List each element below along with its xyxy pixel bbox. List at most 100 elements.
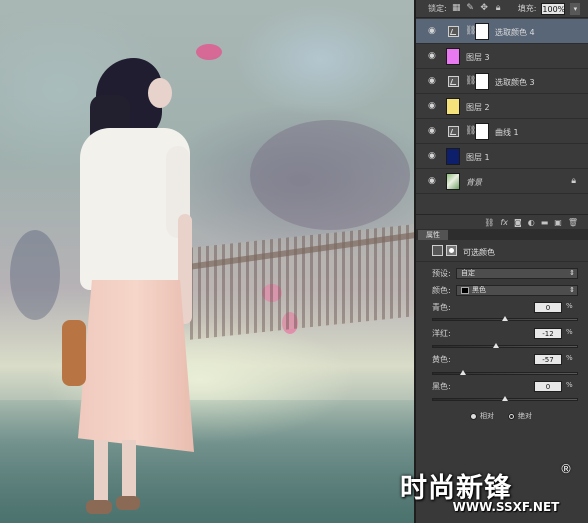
ground: [0, 400, 414, 523]
visibility-eye-icon[interactable]: ◉: [428, 127, 438, 136]
photoshop-panels: 锁定: ▦ ✎ ✥ 🔒︎ 填充: 100% ▾ ◉ ⛓︎ 选取颜色 4 ◉ 图层…: [414, 0, 588, 523]
layer-row-background[interactable]: ◉ 背景 🔒︎: [416, 169, 588, 194]
layer-row-curves-1[interactable]: ◉ ⛓︎ 曲线 1: [416, 119, 588, 144]
tab-properties[interactable]: 属性: [418, 230, 448, 240]
layer-name: 选取颜色 3: [495, 78, 535, 87]
radio-relative-dot[interactable]: [470, 412, 477, 420]
figure-skirt: [78, 280, 194, 452]
watermark-registered: ®: [560, 462, 572, 476]
fill-input[interactable]: 100%: [541, 2, 566, 15]
lock-icon: 🔒︎: [571, 176, 576, 186]
tree-trunk: [10, 230, 60, 320]
color-swatch: [461, 286, 469, 294]
layer-thumbnail: [446, 48, 460, 65]
new-layer-icon[interactable]: ▣: [554, 218, 562, 227]
mask-icon[interactable]: [446, 245, 457, 256]
cyan-slider-thumb[interactable]: [502, 316, 508, 321]
layer-mask-thumbnail[interactable]: [475, 73, 489, 90]
properties-title: 可选颜色: [463, 248, 495, 257]
yellow-slider-thumb[interactable]: [460, 370, 467, 375]
layer-name: 曲线 1: [495, 128, 519, 137]
lock-move-icon[interactable]: ✥: [480, 4, 489, 13]
visibility-eye-icon[interactable]: ◉: [428, 102, 438, 111]
visibility-eye-icon[interactable]: ◉: [428, 27, 438, 36]
adjustment-icon: [448, 26, 459, 37]
radio-relative-label: 相对: [480, 412, 494, 420]
magenta-input[interactable]: -12: [534, 328, 562, 339]
cyan-label: 青色:: [432, 303, 451, 312]
layer-name: 图层 1: [466, 153, 490, 162]
colors-label: 颜色:: [432, 286, 451, 295]
properties-tabbar: 属性: [416, 229, 588, 240]
radio-absolute[interactable]: 绝对: [508, 411, 532, 421]
layer-row-selective-color-4[interactable]: ◉ ⛓︎ 选取颜色 4: [416, 19, 588, 44]
colors-row: 颜色: 黑色 ⇕: [432, 285, 578, 296]
layer-mask-thumbnail[interactable]: [475, 123, 489, 140]
method-radio-group: 相对 绝对: [470, 411, 532, 421]
magenta-slider-track[interactable]: [432, 345, 578, 348]
figure-shoe: [116, 496, 140, 510]
layer-name: 图层 3: [466, 53, 490, 62]
radio-absolute-dot[interactable]: [508, 412, 515, 420]
visibility-eye-icon[interactable]: ◉: [428, 52, 438, 61]
foliage: [250, 120, 410, 230]
delete-layer-icon[interactable]: 🗑︎: [568, 218, 578, 227]
radio-relative[interactable]: 相对: [470, 411, 494, 421]
chevron-updown-icon: ⇕: [569, 269, 575, 277]
colors-select[interactable]: 黑色 ⇕: [456, 285, 578, 296]
new-group-icon[interactable]: ▬: [541, 218, 549, 227]
figure-bag: [62, 320, 86, 386]
layer-list: ◉ ⛓︎ 选取颜色 4 ◉ 图层 3 ◉ ⛓︎ 选取颜色 3 ◉ 图层 2 ◉ …: [416, 19, 588, 194]
visibility-eye-icon[interactable]: ◉: [428, 77, 438, 86]
adjustment-icon: [448, 76, 459, 87]
magenta-slider-thumb[interactable]: [493, 343, 500, 348]
layer-name: 选取颜色 4: [495, 28, 535, 37]
layers-footer: ⛓︎ fx ◙ ◐ ▬ ▣ 🗑︎: [416, 214, 588, 230]
layer-mask-thumbnail[interactable]: [475, 23, 489, 40]
layer-row-layer-2[interactable]: ◉ 图层 2: [416, 94, 588, 119]
layer-row-selective-color-3[interactable]: ◉ ⛓︎ 选取颜色 3: [416, 69, 588, 94]
figure-leg: [94, 440, 108, 506]
visibility-eye-icon[interactable]: ◉: [428, 177, 438, 186]
cyan-unit: %: [566, 302, 573, 310]
layer-name: 背景: [466, 178, 482, 187]
black-slider-thumb[interactable]: [502, 396, 508, 401]
preset-select[interactable]: 自定 ⇕: [456, 268, 578, 279]
black-unit: %: [566, 381, 573, 389]
yellow-slider-track[interactable]: [432, 372, 578, 375]
colors-value: 黑色: [472, 286, 486, 294]
black-input[interactable]: 0: [534, 381, 562, 392]
fill-dropdown-icon[interactable]: ▾: [570, 2, 581, 15]
lock-transparent-icon[interactable]: ▦: [452, 4, 461, 13]
layer-thumbnail: [446, 148, 460, 165]
fill-label: 填充:: [517, 4, 537, 13]
canvas-photo: [0, 0, 414, 523]
preset-value: 自定: [461, 269, 475, 277]
figure-face: [148, 78, 172, 108]
new-adjustment-icon[interactable]: ◐: [528, 218, 535, 227]
visibility-eye-icon[interactable]: ◉: [428, 152, 438, 161]
layer-row-layer-3[interactable]: ◉ 图层 3: [416, 44, 588, 69]
layer-row-layer-1[interactable]: ◉ 图层 1: [416, 144, 588, 169]
curves-icon: [448, 126, 459, 137]
lock-all-icon[interactable]: 🔒︎: [494, 4, 503, 13]
figure-shoe: [86, 500, 112, 514]
fx-icon[interactable]: fx: [500, 218, 508, 227]
preset-row: 预设: 自定 ⇕: [432, 268, 578, 279]
yellow-input[interactable]: -57: [534, 354, 562, 365]
layer-thumbnail: [446, 98, 460, 115]
layer-thumbnail: [446, 173, 460, 190]
yellow-label: 黄色:: [432, 355, 451, 364]
bokeh-flower: [196, 44, 222, 60]
magenta-unit: %: [566, 328, 573, 336]
chevron-updown-icon: ⇕: [569, 286, 575, 294]
add-mask-icon[interactable]: ◙: [514, 218, 522, 227]
link-layers-icon[interactable]: ⛓︎: [484, 218, 494, 227]
cyan-input[interactable]: 0: [534, 302, 562, 313]
black-label: 黑色:: [432, 382, 451, 391]
layers-toolbar: 锁定: ▦ ✎ ✥ 🔒︎ 填充: 100% ▾: [416, 0, 588, 18]
magenta-label: 洋红:: [432, 329, 451, 338]
yellow-unit: %: [566, 354, 573, 362]
properties-header: 可选颜色: [416, 240, 588, 262]
lock-paint-icon[interactable]: ✎: [466, 4, 475, 13]
